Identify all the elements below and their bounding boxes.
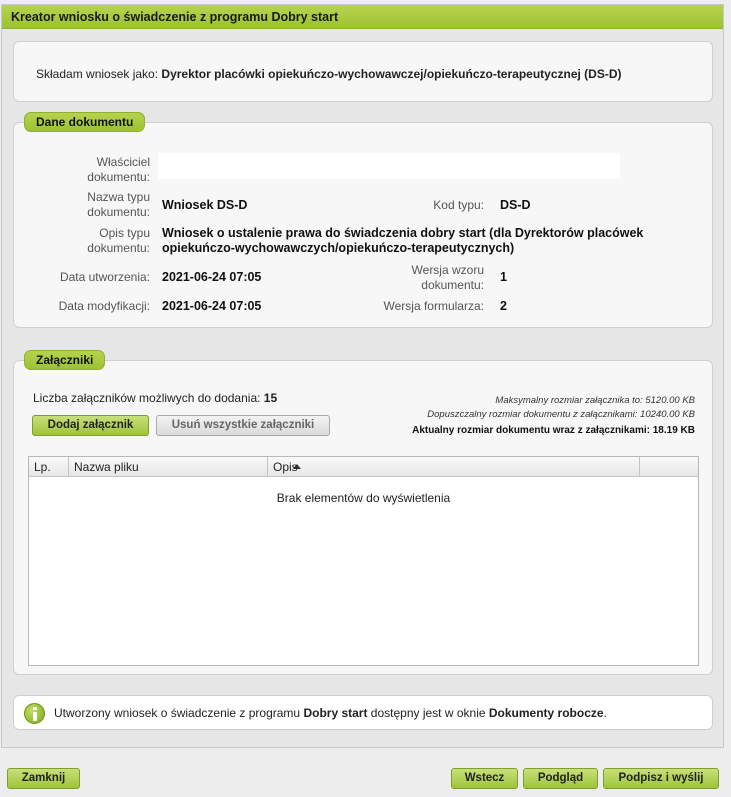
attachments-legend: Załączniki xyxy=(24,350,106,370)
wizard-window: Kreator wniosku o świadczenie z programu… xyxy=(1,4,724,748)
form-version-value: 2 xyxy=(500,299,507,313)
type-code-value: DS-D xyxy=(500,198,531,212)
max-attachment-size: Maksymalny rozmiar załącznika to: 5120.0… xyxy=(495,395,695,406)
sign-and-send-button[interactable]: Podpisz i wyślij xyxy=(603,768,719,789)
document-data-panel: Dane dokumentu Właściciel dokumentu: Naz… xyxy=(13,112,713,328)
column-lp[interactable]: Lp. xyxy=(29,457,69,477)
pattern-version-value: 1 xyxy=(500,270,507,284)
attachments-panel: Załączniki Liczba załączników możliwych … xyxy=(13,350,713,675)
attachment-count: Liczba załączników możliwych do dodania:… xyxy=(33,391,277,405)
empty-table-message: Brak elementów do wyświetlenia xyxy=(276,491,451,505)
info-notice: Utworzony wniosek o świadczenie z progra… xyxy=(13,695,713,730)
attachment-count-value: 15 xyxy=(263,391,278,405)
close-button[interactable]: Zamknij xyxy=(7,768,80,789)
document-legend: Dane dokumentu xyxy=(24,112,146,132)
pattern-version-label: Wersja wzoru dokumentu: xyxy=(411,263,484,292)
attachment-count-label: Liczba załączników możliwych do dodania: xyxy=(33,391,261,405)
type-name-value: Wniosek DS-D xyxy=(162,198,248,212)
applicant-role: Dyrektor placówki opiekuńczo-wychowawcze… xyxy=(161,67,622,81)
current-document-size: Aktualny rozmiar dokumentu wraz z załącz… xyxy=(412,425,695,436)
created-label: Data utworzenia: xyxy=(59,270,150,284)
attachments-table: Lp. Nazwa pliku Opis Brak elementów do w… xyxy=(28,456,699,666)
column-actions xyxy=(640,457,700,477)
form-version-label: Wersja formularza: xyxy=(383,299,484,313)
notice-text: Utworzony wniosek o świadczenie z progra… xyxy=(54,706,607,720)
remove-all-attachments-button[interactable]: Usuń wszystkie załączniki xyxy=(156,415,330,436)
created-value: 2021-06-24 07:05 xyxy=(162,270,262,284)
type-code-label: Kod typu: xyxy=(433,198,484,212)
column-file-name[interactable]: Nazwa pliku xyxy=(69,457,301,477)
applicant-panel: Składam wniosek jako: Dyrektor placówki … xyxy=(13,41,713,102)
window-title: Kreator wniosku o świadczenie z programu… xyxy=(2,5,723,29)
info-icon xyxy=(24,703,45,724)
allowed-document-size: Dopuszczalny rozmiar dokumentu z załączn… xyxy=(427,409,695,420)
applicant-line: Składam wniosek jako: Dyrektor placówki … xyxy=(36,67,622,81)
type-desc-label: Opis typu dokumentu: xyxy=(87,226,150,255)
table-header: Lp. Nazwa pliku Opis xyxy=(29,457,698,477)
owner-value xyxy=(158,153,620,179)
column-description[interactable]: Opis xyxy=(268,457,640,477)
add-attachment-button[interactable]: Dodaj załącznik xyxy=(32,415,149,436)
applicant-prefix: Składam wniosek jako: xyxy=(36,67,159,81)
type-name-label: Nazwa typu dokumentu: xyxy=(87,190,150,219)
back-button[interactable]: Wstecz xyxy=(451,768,518,789)
modified-label: Data modyfikacji: xyxy=(58,299,150,313)
modified-value: 2021-06-24 07:05 xyxy=(162,299,262,313)
type-desc-value: Wniosek o ustalenie prawa do świadczenia… xyxy=(162,226,644,255)
preview-button[interactable]: Podgląd xyxy=(523,768,598,789)
owner-label: Właściciel dokumentu: xyxy=(87,155,150,184)
